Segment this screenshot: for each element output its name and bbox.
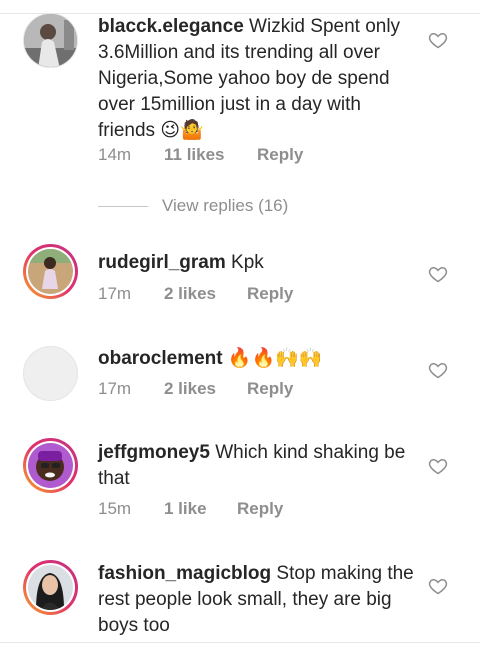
comment-time: 14m <box>98 145 132 164</box>
avatar[interactable] <box>23 13 78 68</box>
avatar[interactable] <box>23 346 78 401</box>
comment-likes[interactable]: 1 like <box>164 499 237 519</box>
comment-username[interactable]: jeffgmoney5 <box>98 442 210 463</box>
reply-button[interactable]: Reply <box>237 499 283 519</box>
heart-outline-icon[interactable] <box>428 576 448 596</box>
comment-time: 17m <box>98 284 132 303</box>
avatar[interactable] <box>23 438 78 493</box>
comment-text: jeffgmoney5 Which kind shaking be that <box>98 440 420 492</box>
heart-outline-icon[interactable] <box>428 456 448 476</box>
heart-outline-icon[interactable] <box>428 30 448 50</box>
profile-photo <box>24 14 77 67</box>
comment-likes[interactable]: 2 likes <box>164 284 247 304</box>
comment-text: fashion_magicblog Stop making the rest p… <box>98 561 420 639</box>
avatar[interactable] <box>23 560 78 615</box>
comment-username[interactable]: rudegirl_gram <box>98 252 226 273</box>
reply-button[interactable]: Reply <box>257 145 303 165</box>
comment-meta: 15m 1 like Reply <box>98 499 283 519</box>
comment-likes[interactable]: 2 likes <box>164 379 247 399</box>
comment-body: 🔥🔥🙌🙌 <box>227 347 323 369</box>
heart-outline-icon[interactable] <box>428 264 448 284</box>
comment-time: 15m <box>98 499 132 518</box>
bottom-divider <box>0 642 480 643</box>
comment-text: obaroclement 🔥🔥🙌🙌 <box>98 345 420 372</box>
comment-username[interactable]: obaroclement <box>98 348 223 369</box>
profile-photo <box>28 249 73 294</box>
comment-time: 17m <box>98 379 132 398</box>
comment-text: blacck.elegance Wizkid Spent only 3.6Mil… <box>98 14 420 144</box>
comment-likes[interactable]: 11 likes <box>164 145 257 165</box>
comment-meta: 14m 11 likes Reply <box>98 145 303 165</box>
reply-button[interactable]: Reply <box>247 284 293 304</box>
top-divider <box>0 0 480 14</box>
profile-photo <box>28 565 73 610</box>
view-replies-button[interactable]: View replies (16) <box>98 196 288 216</box>
profile-photo <box>28 443 73 488</box>
comment-username[interactable]: blacck.elegance <box>98 16 244 37</box>
reply-button[interactable]: Reply <box>247 379 293 399</box>
view-replies-label: View replies (16) <box>162 196 289 215</box>
comment-meta: 17m 2 likes Reply <box>98 284 293 304</box>
comment-meta: 17m 2 likes Reply <box>98 379 293 399</box>
divider <box>98 205 148 207</box>
comment-text: rudegirl_gram Kpk <box>98 250 420 276</box>
avatar[interactable] <box>23 244 78 299</box>
comment-body: Kpk <box>231 252 264 273</box>
comment-username[interactable]: fashion_magicblog <box>98 563 271 584</box>
heart-outline-icon[interactable] <box>428 360 448 380</box>
